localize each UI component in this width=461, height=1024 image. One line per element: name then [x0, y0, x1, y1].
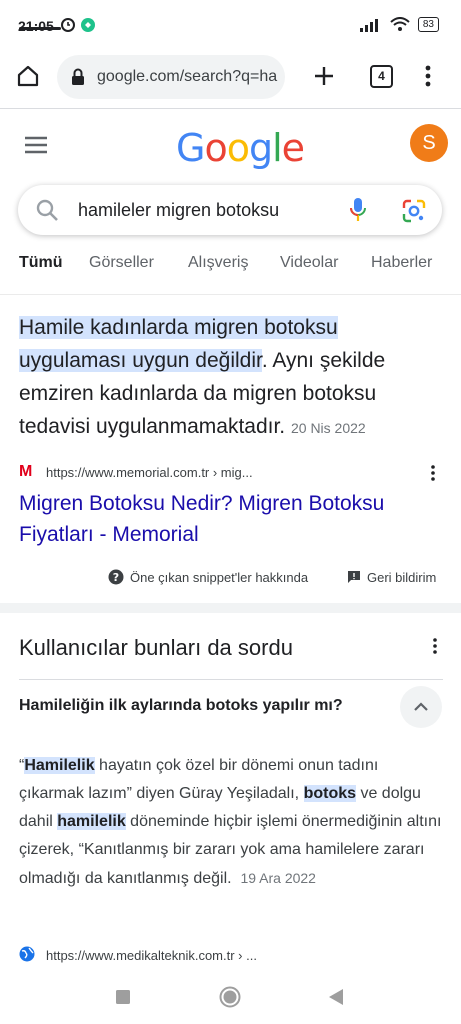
- status-right-icons: 83: [359, 17, 439, 32]
- recents-icon[interactable]: [115, 989, 131, 1005]
- microphone-icon[interactable]: [350, 197, 366, 223]
- back-icon[interactable]: [328, 988, 344, 1006]
- menu-icon[interactable]: [24, 136, 48, 154]
- url-text: google.com/search?q=ha: [97, 68, 278, 85]
- paa-source-url: https://www.medikalteknik.com.tr › ...: [46, 948, 257, 963]
- globe-icon: [19, 946, 35, 962]
- chevron-up-icon: [414, 702, 428, 711]
- toolbar-divider: [0, 108, 461, 109]
- home-nav-icon[interactable]: [219, 986, 241, 1008]
- answer-date: 19 Ara 2022: [240, 870, 316, 886]
- search-tabs: Tümü Görseller Alışveriş Videolar Haberl…: [0, 254, 461, 286]
- google-logo[interactable]: Google: [176, 126, 305, 170]
- lock-icon: [72, 68, 84, 85]
- collapse-button[interactable]: [400, 686, 442, 728]
- snippet-footer: ? Öne çıkan snippet'ler hakkında Geri bi…: [0, 567, 461, 587]
- featured-snippet-text: Hamile kadınlarda migren botoksu uygulam…: [19, 311, 437, 445]
- feedback-icon: [348, 571, 360, 583]
- tab-news[interactable]: Haberler: [371, 254, 432, 272]
- answer-keyword: Hamilelik: [24, 757, 95, 774]
- tabs-divider: [0, 294, 461, 295]
- search-input[interactable]: hamileler migren botoksu: [78, 200, 279, 221]
- snippet-source[interactable]: M https://www.memorial.com.tr › mig...: [19, 463, 443, 483]
- memorial-favicon: M: [19, 463, 33, 480]
- tab-all[interactable]: Tümü: [19, 254, 63, 272]
- search-icon: [36, 199, 58, 221]
- wifi-icon: [390, 17, 410, 31]
- battery-indicator: 83: [417, 17, 439, 32]
- snippet-date: 20 Nis 2022: [290, 420, 366, 436]
- tab-images[interactable]: Görseller: [89, 254, 154, 272]
- status-left-icons: [60, 15, 100, 36]
- paa-more-icon[interactable]: [432, 638, 438, 654]
- signal-icon: [359, 18, 378, 32]
- section-separator: [0, 603, 461, 613]
- google-lens-icon[interactable]: [402, 199, 426, 223]
- address-bar[interactable]: google.com/search?q=ha: [57, 55, 285, 99]
- browser-toolbar: google.com/search?q=ha 4: [0, 52, 461, 106]
- feedback-link[interactable]: Geri bildirim: [367, 570, 436, 585]
- paa-answer: “Hamilelik hayatın çok özel bir dönemi o…: [19, 752, 445, 893]
- status-bar: 21:05 83: [0, 0, 461, 52]
- home-icon[interactable]: [16, 64, 40, 88]
- active-tab-indicator: [19, 27, 61, 30]
- help-icon: ?: [108, 569, 124, 585]
- snippet-source-url: https://www.memorial.com.tr › mig...: [46, 465, 253, 480]
- answer-keyword: botoks: [303, 785, 357, 802]
- tab-videos[interactable]: Videolar: [280, 254, 338, 272]
- alarm-icon: [61, 18, 95, 32]
- new-tab-icon[interactable]: [313, 65, 335, 87]
- svg-text:?: ?: [113, 571, 119, 584]
- more-vert-icon[interactable]: [424, 65, 432, 87]
- tab-switcher-button[interactable]: 4: [370, 65, 393, 88]
- result-more-icon[interactable]: [430, 465, 436, 481]
- tab-shopping[interactable]: Alışveriş: [188, 254, 248, 272]
- result-title-link[interactable]: Migren Botoksu Nedir? Migren Botoksu Fiy…: [19, 488, 439, 550]
- system-nav-bar: [0, 970, 461, 1024]
- paa-divider: [19, 679, 443, 680]
- avatar[interactable]: S: [410, 124, 448, 162]
- paa-heading: Kullanıcılar bunları da sordu: [19, 635, 293, 660]
- search-box[interactable]: hamileler migren botoksu: [18, 185, 442, 235]
- status-time: 21:05: [18, 18, 54, 34]
- answer-keyword: hamilelik: [57, 813, 126, 830]
- about-snippets-link[interactable]: Öne çıkan snippet'ler hakkında: [130, 570, 308, 585]
- paa-question[interactable]: Hamileliğin ilk aylarında botoks yapılır…: [19, 697, 343, 715]
